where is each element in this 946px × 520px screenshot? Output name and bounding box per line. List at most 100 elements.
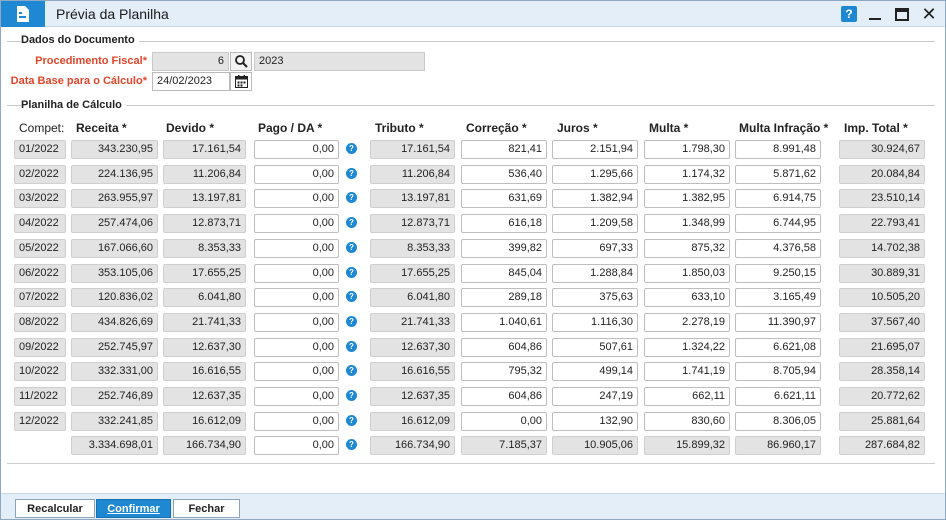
cell-pago[interactable]: 0,00 xyxy=(254,288,339,307)
cell-multa[interactable]: 1.324,22 xyxy=(644,338,730,357)
question-icon[interactable]: ? xyxy=(346,390,357,401)
cell-multa-infracao[interactable]: 8.306,05 xyxy=(735,412,821,431)
cell-pago[interactable]: 0,00 xyxy=(254,338,339,357)
cell-juros[interactable]: 132,90 xyxy=(552,412,638,431)
maximize-button[interactable] xyxy=(895,8,909,21)
recalcular-button[interactable]: Recalcular xyxy=(15,499,95,518)
cell-multa[interactable]: 1.382,95 xyxy=(644,189,730,208)
cell-multa-infracao[interactable]: 6.621,11 xyxy=(735,387,821,406)
cell-correcao[interactable]: 795,32 xyxy=(461,362,547,381)
cell-multa-infracao[interactable]: 8.991,48 xyxy=(735,140,821,159)
close-button[interactable]: ✕ xyxy=(921,5,937,23)
cell-correcao[interactable]: 821,41 xyxy=(461,140,547,159)
cell-juros[interactable]: 247,19 xyxy=(552,387,638,406)
cell-multa-infracao[interactable]: 4.376,58 xyxy=(735,239,821,258)
question-icon[interactable]: ? xyxy=(346,217,357,228)
procedimento-year-field[interactable]: 2023 xyxy=(254,52,425,71)
question-icon[interactable]: ? xyxy=(346,168,357,179)
question-icon[interactable]: ? xyxy=(346,316,357,327)
preview-window: Prévia da Planilha ? ✕ Dados do Document… xyxy=(0,0,946,520)
minimize-button[interactable] xyxy=(867,6,883,22)
cell-multa-infracao[interactable]: 3.165,49 xyxy=(735,288,821,307)
cell-correcao[interactable]: 604,86 xyxy=(461,338,547,357)
cell-correcao[interactable]: 845,04 xyxy=(461,264,547,283)
cell-pago[interactable]: 0,00 xyxy=(254,239,339,258)
cell-pago[interactable]: 0,00 xyxy=(254,165,339,184)
cell-multa[interactable]: 662,11 xyxy=(644,387,730,406)
cell-juros[interactable]: 1.288,84 xyxy=(552,264,638,283)
total-cell-devido: 166.734,90 xyxy=(163,436,246,455)
cell-multa-infracao[interactable]: 11.390,97 xyxy=(735,313,821,332)
cell-juros[interactable]: 375,63 xyxy=(552,288,638,307)
title-bar: Prévia da Planilha ? ✕ xyxy=(1,1,945,27)
col-header-tributo: Tributo * xyxy=(375,121,424,135)
cell-correcao[interactable]: 604,86 xyxy=(461,387,547,406)
section-divider xyxy=(7,41,935,42)
question-icon[interactable]: ? xyxy=(346,439,357,450)
cell-juros[interactable]: 499,14 xyxy=(552,362,638,381)
data-base-field[interactable]: 24/02/2023 xyxy=(152,72,230,91)
cell-multa[interactable]: 2.278,19 xyxy=(644,313,730,332)
cell-juros[interactable]: 1.382,94 xyxy=(552,189,638,208)
question-icon[interactable]: ? xyxy=(346,192,357,203)
cell-correcao[interactable]: 399,82 xyxy=(461,239,547,258)
cell-pago[interactable]: 0,00 xyxy=(254,189,339,208)
question-icon[interactable]: ? xyxy=(346,267,357,278)
cell-compet: 04/2022 xyxy=(14,214,66,233)
cell-pago[interactable]: 0,00 xyxy=(254,214,339,233)
cell-pago[interactable]: 0,00 xyxy=(254,313,339,332)
cell-multa[interactable]: 633,10 xyxy=(644,288,730,307)
calendar-button[interactable] xyxy=(230,72,252,91)
cell-correcao[interactable]: 289,18 xyxy=(461,288,547,307)
cell-multa[interactable]: 1.850,03 xyxy=(644,264,730,283)
question-icon[interactable]: ? xyxy=(346,242,357,253)
search-button[interactable] xyxy=(230,52,252,71)
cell-pago[interactable]: 0,00 xyxy=(254,412,339,431)
cell-pago[interactable]: 0,00 xyxy=(254,362,339,381)
question-icon[interactable]: ? xyxy=(346,415,357,426)
cell-pago[interactable]: 0,00 xyxy=(254,140,339,159)
cell-correcao[interactable]: 616,18 xyxy=(461,214,547,233)
cell-juros[interactable]: 697,33 xyxy=(552,239,638,258)
cell-juros[interactable]: 1.116,30 xyxy=(552,313,638,332)
confirmar-button[interactable]: Confirmar xyxy=(96,499,171,518)
fechar-button[interactable]: Fechar xyxy=(173,499,240,518)
cell-multa-infracao[interactable]: 5.871,62 xyxy=(735,165,821,184)
cell-receita: 252.745,97 xyxy=(71,338,158,357)
cell-receita: 332.331,00 xyxy=(71,362,158,381)
col-header-juros: Juros * xyxy=(557,121,598,135)
document-section-title: Dados do Documento xyxy=(21,34,139,46)
cell-correcao[interactable]: 1.040,61 xyxy=(461,313,547,332)
cell-multa[interactable]: 1.348,99 xyxy=(644,214,730,233)
cell-pago[interactable]: 0,00 xyxy=(254,387,339,406)
question-icon[interactable]: ? xyxy=(346,341,357,352)
question-icon[interactable]: ? xyxy=(346,143,357,154)
cell-multa-infracao[interactable]: 6.744,95 xyxy=(735,214,821,233)
cell-multa-infracao[interactable]: 9.250,15 xyxy=(735,264,821,283)
cell-multa[interactable]: 1.174,32 xyxy=(644,165,730,184)
cell-multa-infracao[interactable]: 6.621,08 xyxy=(735,338,821,357)
cell-multa[interactable]: 1.741,19 xyxy=(644,362,730,381)
cell-correcao[interactable]: 0,00 xyxy=(461,412,547,431)
cell-multa-infracao[interactable]: 8.705,94 xyxy=(735,362,821,381)
cell-juros[interactable]: 1.295,66 xyxy=(552,165,638,184)
cell-compet: 08/2022 xyxy=(14,313,66,332)
cell-devido: 6.041,80 xyxy=(163,288,246,307)
cell-juros[interactable]: 507,61 xyxy=(552,338,638,357)
cell-receita: 332.241,85 xyxy=(71,412,158,431)
cell-pago[interactable]: 0,00 xyxy=(254,264,339,283)
question-icon[interactable]: ? xyxy=(346,291,357,302)
cell-juros[interactable]: 2.151,94 xyxy=(552,140,638,159)
question-icon[interactable]: ? xyxy=(346,365,357,376)
cell-multa[interactable]: 830,60 xyxy=(644,412,730,431)
help-button[interactable]: ? xyxy=(841,6,857,22)
cell-correcao[interactable]: 536,40 xyxy=(461,165,547,184)
cell-multa-infracao[interactable]: 6.914,75 xyxy=(735,189,821,208)
cell-multa[interactable]: 875,32 xyxy=(644,239,730,258)
cell-compet: 01/2022 xyxy=(14,140,66,159)
cell-multa[interactable]: 1.798,30 xyxy=(644,140,730,159)
cell-juros[interactable]: 1.209,58 xyxy=(552,214,638,233)
procedimento-number-field[interactable]: 6 xyxy=(152,52,229,71)
cell-correcao[interactable]: 631,69 xyxy=(461,189,547,208)
total-cell-tributo: 166.734,90 xyxy=(370,436,455,455)
